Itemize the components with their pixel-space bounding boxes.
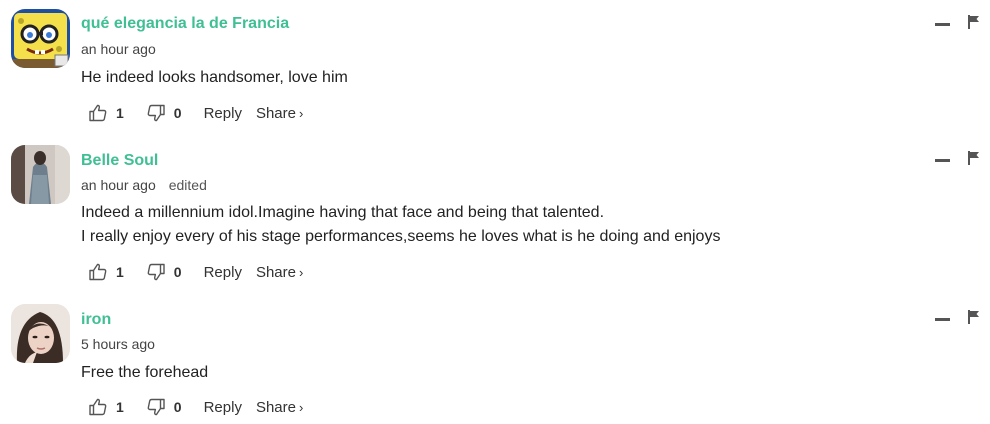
comment-meta: an hour ago — [81, 41, 156, 57]
minus-icon[interactable] — [935, 159, 950, 162]
reply-button[interactable]: Reply — [204, 264, 242, 281]
flag-icon[interactable] — [968, 151, 980, 165]
avatar[interactable] — [11, 145, 70, 204]
share-label: Share — [255, 104, 296, 122]
like-button[interactable]: 1 — [88, 262, 124, 282]
thumbs-up-icon — [88, 103, 108, 123]
person-photo-avatar-icon — [11, 145, 70, 204]
comment-line: Indeed a millennium idol.Imagine having … — [81, 204, 605, 221]
thumbs-down-icon — [146, 103, 166, 123]
share-label: Share — [255, 398, 296, 416]
comment-actions: 1 0 Reply Share › — [88, 102, 303, 124]
chevron-right-icon: › — [298, 264, 304, 280]
author-name[interactable]: qué elegancia la de Francia — [81, 15, 289, 33]
comment-body: Free the forehead — [81, 361, 208, 385]
comment-meta: an hour ago edited — [81, 177, 207, 193]
like-button[interactable]: 1 — [88, 103, 124, 123]
timestamp: 5 hours ago — [81, 336, 155, 352]
minus-icon[interactable] — [935, 23, 950, 26]
like-count: 1 — [116, 105, 124, 121]
flag-icon[interactable] — [968, 15, 980, 29]
chevron-right-icon: › — [298, 105, 304, 121]
flag-icon[interactable] — [968, 310, 980, 324]
comment-body: He indeed looks handsomer, love him — [81, 66, 348, 90]
timestamp: an hour ago — [81, 177, 156, 193]
portrait-photo-avatar-icon — [11, 304, 70, 363]
dislike-count: 0 — [173, 105, 182, 121]
share-button[interactable]: Share › — [256, 105, 303, 122]
reply-button[interactable]: Reply — [204, 399, 242, 416]
minus-icon[interactable] — [935, 318, 950, 321]
like-count: 1 — [116, 399, 124, 415]
comment-actions: 1 0 Reply Share › — [88, 261, 303, 283]
spongebob-avatar-icon — [11, 9, 70, 68]
avatar[interactable] — [11, 9, 70, 68]
edited-label: edited — [168, 177, 207, 193]
comment-line: Free the forehead — [81, 364, 209, 381]
reply-button[interactable]: Reply — [204, 105, 242, 122]
share-button[interactable]: Share › — [256, 264, 303, 281]
chevron-right-icon: › — [298, 399, 304, 415]
dislike-button[interactable]: 0 — [146, 262, 182, 282]
author-name[interactable]: iron — [81, 311, 111, 329]
author-name[interactable]: Belle Soul — [81, 152, 158, 170]
thumbs-down-icon — [146, 262, 166, 282]
dislike-count: 0 — [173, 399, 182, 415]
comment-body: Indeed a millennium idol.Imagine having … — [81, 201, 720, 249]
comment-line: He indeed looks handsomer, love him — [81, 69, 348, 86]
comment-meta: 5 hours ago — [81, 336, 155, 352]
share-label: Share — [255, 263, 296, 281]
like-count: 1 — [116, 264, 124, 280]
comment-line: I really enjoy every of his stage perfor… — [81, 228, 721, 245]
dislike-count: 0 — [173, 264, 182, 280]
dislike-button[interactable]: 0 — [146, 103, 182, 123]
comment-actions: 1 0 Reply Share › — [88, 396, 303, 418]
share-button[interactable]: Share › — [256, 399, 303, 416]
avatar[interactable] — [11, 304, 70, 363]
thumbs-up-icon — [88, 397, 108, 417]
thumbs-down-icon — [146, 397, 166, 417]
thumbs-up-icon — [88, 262, 108, 282]
timestamp: an hour ago — [81, 41, 156, 57]
dislike-button[interactable]: 0 — [146, 397, 182, 417]
like-button[interactable]: 1 — [88, 397, 124, 417]
